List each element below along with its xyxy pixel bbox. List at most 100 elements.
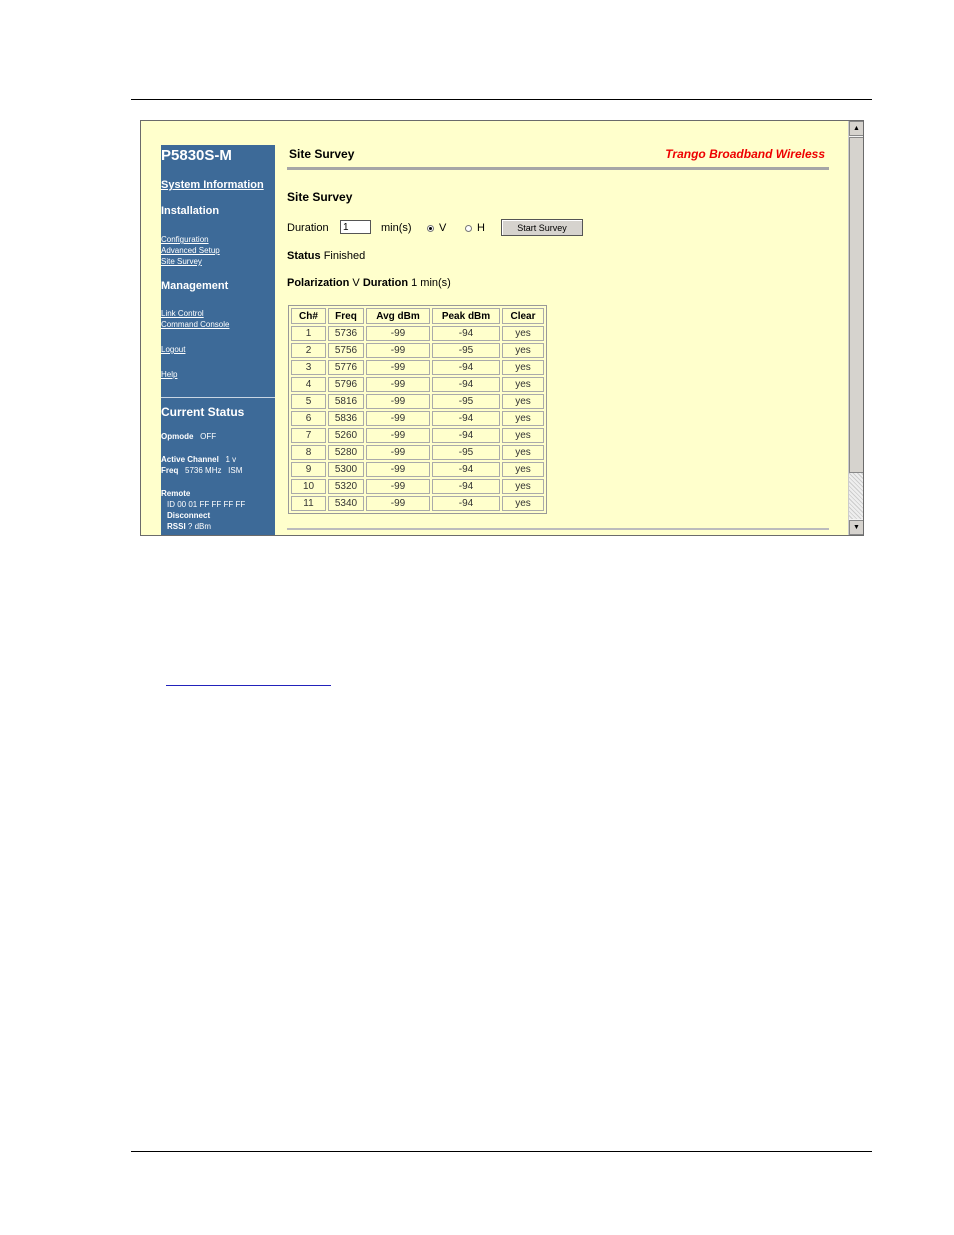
configuration-link[interactable]: Configuration bbox=[161, 234, 209, 245]
cell-avg: -99 bbox=[366, 428, 430, 443]
col-clear: Clear bbox=[502, 308, 544, 324]
duration-label: Duration bbox=[287, 222, 329, 234]
management-heading: Management bbox=[161, 280, 229, 292]
cell-peak: -94 bbox=[432, 411, 500, 426]
cell-peak: -94 bbox=[432, 360, 500, 375]
opmode-value: OFF bbox=[200, 432, 217, 441]
col-peak: Peak dBm bbox=[432, 308, 500, 324]
cell-peak: -94 bbox=[432, 428, 500, 443]
radio-selected-icon[interactable] bbox=[427, 224, 434, 232]
disconnect-text: Disconnect bbox=[167, 511, 211, 520]
table-header-row: Ch# Freq Avg dBm Peak dBm Clear bbox=[291, 308, 544, 324]
cell-peak: -94 bbox=[432, 496, 500, 511]
cell-clear: yes bbox=[502, 411, 544, 426]
table-row: 1 5736 -99 -94 yes bbox=[291, 326, 544, 341]
scroll-track[interactable] bbox=[849, 473, 863, 519]
site-survey-heading: Site Survey bbox=[287, 190, 353, 204]
cell-avg: -99 bbox=[366, 343, 430, 358]
cell-avg: -99 bbox=[366, 360, 430, 375]
cell-avg: -99 bbox=[366, 394, 430, 409]
scroll-up-icon[interactable]: ▲ bbox=[849, 121, 863, 136]
polarization-line: Polarization V Duration 1 min(s) bbox=[287, 277, 451, 289]
cell-clear: yes bbox=[502, 326, 544, 341]
sidebar-divider bbox=[161, 397, 275, 398]
sidebar: P5830S-M System Information Installation… bbox=[161, 145, 275, 535]
cell-ch: 5 bbox=[291, 394, 326, 409]
table-row: 6 5836 -99 -94 yes bbox=[291, 411, 544, 426]
cell-avg: -99 bbox=[366, 445, 430, 460]
table-row: 9 5300 -99 -94 yes bbox=[291, 462, 544, 477]
active-channel-label: Active Channel bbox=[161, 455, 219, 464]
status-line: Status Finished bbox=[287, 250, 365, 262]
site-survey-link[interactable]: Site Survey bbox=[161, 256, 202, 267]
cell-clear: yes bbox=[502, 445, 544, 460]
site-survey-table: Ch# Freq Avg dBm Peak dBm Clear 1 5736 -99… bbox=[288, 305, 547, 514]
freq-value: 5736 MHz ISM bbox=[185, 466, 243, 475]
opmode-status: Opmode OFF bbox=[161, 431, 216, 442]
table-row: 8 5280 -99 -95 yes bbox=[291, 445, 544, 460]
cell-freq: 5320 bbox=[328, 479, 364, 494]
browser-screenshot: P5830S-M System Information Installation… bbox=[140, 120, 864, 536]
cell-peak: -94 bbox=[432, 377, 500, 392]
cell-ch: 10 bbox=[291, 479, 326, 494]
cell-freq: 5300 bbox=[328, 462, 364, 477]
cell-avg: -99 bbox=[366, 377, 430, 392]
page-bottom-rule bbox=[131, 1151, 872, 1152]
cell-avg: -99 bbox=[366, 496, 430, 511]
cell-freq: 5816 bbox=[328, 394, 364, 409]
cell-ch: 1 bbox=[291, 326, 326, 341]
header-rule bbox=[287, 167, 829, 170]
polarization-label: Polarization bbox=[287, 277, 350, 289]
help-link[interactable]: Help bbox=[161, 369, 177, 380]
cell-clear: yes bbox=[502, 479, 544, 494]
system-information-link[interactable]: System Information bbox=[161, 179, 264, 191]
cell-clear: yes bbox=[502, 428, 544, 443]
radio-unselected-icon[interactable] bbox=[465, 224, 472, 232]
cell-clear: yes bbox=[502, 343, 544, 358]
col-ch: Ch# bbox=[291, 308, 326, 324]
table-row: 5 5816 -99 -95 yes bbox=[291, 394, 544, 409]
active-channel-status: Active Channel 1 v bbox=[161, 454, 236, 465]
content-bottom-rule bbox=[287, 528, 829, 530]
scroll-down-icon[interactable]: ▼ bbox=[849, 520, 863, 535]
table-row: 7 5260 -99 -94 yes bbox=[291, 428, 544, 443]
link-control-link[interactable]: Link Control bbox=[161, 308, 204, 319]
cell-freq: 5340 bbox=[328, 496, 364, 511]
active-channel-value: 1 v bbox=[225, 455, 237, 464]
duration-result-value: 1 min(s) bbox=[411, 277, 451, 289]
start-survey-button[interactable]: Start Survey bbox=[501, 219, 583, 236]
vertical-scrollbar[interactable]: ▲ ▼ bbox=[848, 121, 863, 535]
cell-freq: 5796 bbox=[328, 377, 364, 392]
scroll-thumb[interactable] bbox=[849, 137, 863, 473]
cell-peak: -94 bbox=[432, 462, 500, 477]
cell-peak: -95 bbox=[432, 394, 500, 409]
document-link-underline[interactable] bbox=[166, 685, 331, 686]
cell-freq: 5736 bbox=[328, 326, 364, 341]
freq-status: Freq 5736 MHz ISM bbox=[161, 465, 242, 476]
command-console-link[interactable]: Command Console bbox=[161, 319, 229, 330]
cell-ch: 7 bbox=[291, 428, 326, 443]
polarization-value: V bbox=[352, 277, 360, 289]
col-freq: Freq bbox=[328, 308, 364, 324]
remote-id: ID 00 01 FF FF FF FF bbox=[167, 500, 246, 509]
cell-freq: 5280 bbox=[328, 445, 364, 460]
cell-ch: 3 bbox=[291, 360, 326, 375]
col-avg: Avg dBm bbox=[366, 308, 430, 324]
model-name: P5830S-M bbox=[161, 147, 232, 164]
cell-freq: 5776 bbox=[328, 360, 364, 375]
polarization-v-radio[interactable]: V bbox=[427, 222, 446, 234]
cell-ch: 6 bbox=[291, 411, 326, 426]
cell-freq: 5756 bbox=[328, 343, 364, 358]
polarization-h-radio[interactable]: H bbox=[465, 222, 485, 234]
duration-input[interactable] bbox=[340, 220, 371, 234]
cell-clear: yes bbox=[502, 394, 544, 409]
rssi-value: ? dBm bbox=[187, 522, 212, 531]
logout-link[interactable]: Logout bbox=[161, 344, 185, 355]
cell-clear: yes bbox=[502, 360, 544, 375]
remote-label: Remote bbox=[161, 488, 190, 499]
page-top-rule bbox=[131, 99, 872, 100]
survey-controls: Duration min(s) V H Start Survey bbox=[287, 219, 707, 239]
cell-peak: -94 bbox=[432, 479, 500, 494]
advanced-setup-link[interactable]: Advanced Setup bbox=[161, 245, 220, 256]
brand-name: Trango Broadband Wireless bbox=[665, 147, 825, 161]
